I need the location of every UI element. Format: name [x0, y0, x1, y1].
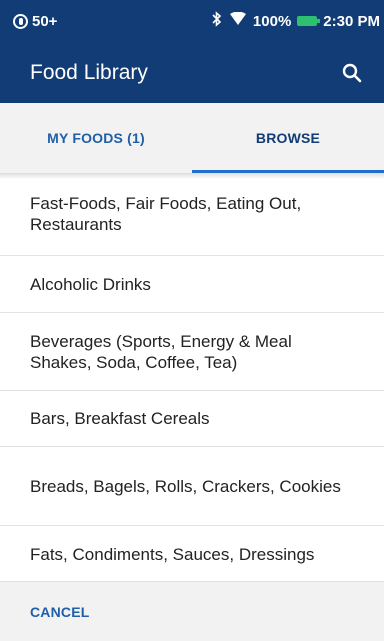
status-bar: 50+ 100% 2:30 PM — [0, 0, 384, 42]
list-item-label: Alcoholic Drinks — [30, 274, 151, 294]
notification-icon — [13, 13, 28, 29]
list-item-label: Breads, Bagels, Rolls, Crackers, Cookies — [30, 476, 341, 496]
tab-browse[interactable]: BROWSE — [192, 103, 384, 173]
status-left: 50+ — [13, 13, 57, 30]
category-list: Fast-Foods, Fair Foods, Eating Out, Rest… — [0, 173, 384, 581]
notification-count: 50+ — [32, 12, 58, 30]
list-item[interactable]: Breads, Bagels, Rolls, Crackers, Cookies — [0, 447, 384, 526]
search-icon — [342, 63, 362, 82]
battery-percent: 100% — [252, 12, 292, 30]
footer-bar: CANCEL — [0, 581, 384, 641]
battery-icon — [297, 16, 321, 26]
list-item-label: Beverages (Sports, Energy & Meal Shakes,… — [30, 331, 292, 372]
search-button[interactable] — [340, 61, 364, 85]
clock: 2:30 PM — [323, 12, 380, 30]
list-item[interactable]: Alcoholic Drinks — [0, 256, 384, 313]
list-item[interactable]: Fats, Condiments, Sauces, Dressings — [0, 526, 384, 581]
list-item-label: Fast-Foods, Fair Foods, Eating Out, Rest… — [30, 194, 302, 234]
tab-bar: MY FOODS (1) BROWSE — [0, 103, 384, 173]
list-item[interactable]: Bars, Breakfast Cereals — [0, 391, 384, 447]
list-item-label: Fats, Condiments, Sauces, Dressings — [30, 544, 315, 564]
app-bar: Food Library — [0, 42, 384, 103]
cancel-button[interactable]: CANCEL — [30, 604, 90, 620]
list-item[interactable]: Beverages (Sports, Energy & Meal Shakes,… — [0, 313, 384, 391]
tab-my-foods[interactable]: MY FOODS (1) — [0, 103, 192, 173]
page-title: Food Library — [30, 60, 148, 84]
list-item[interactable]: Fast-Foods, Fair Foods, Eating Out, Rest… — [0, 173, 384, 256]
status-right: 100% 2:30 PM — [211, 11, 380, 31]
list-item-label: Bars, Breakfast Cereals — [30, 409, 210, 428]
bluetooth-icon — [211, 11, 223, 31]
wifi-icon — [229, 11, 247, 30]
